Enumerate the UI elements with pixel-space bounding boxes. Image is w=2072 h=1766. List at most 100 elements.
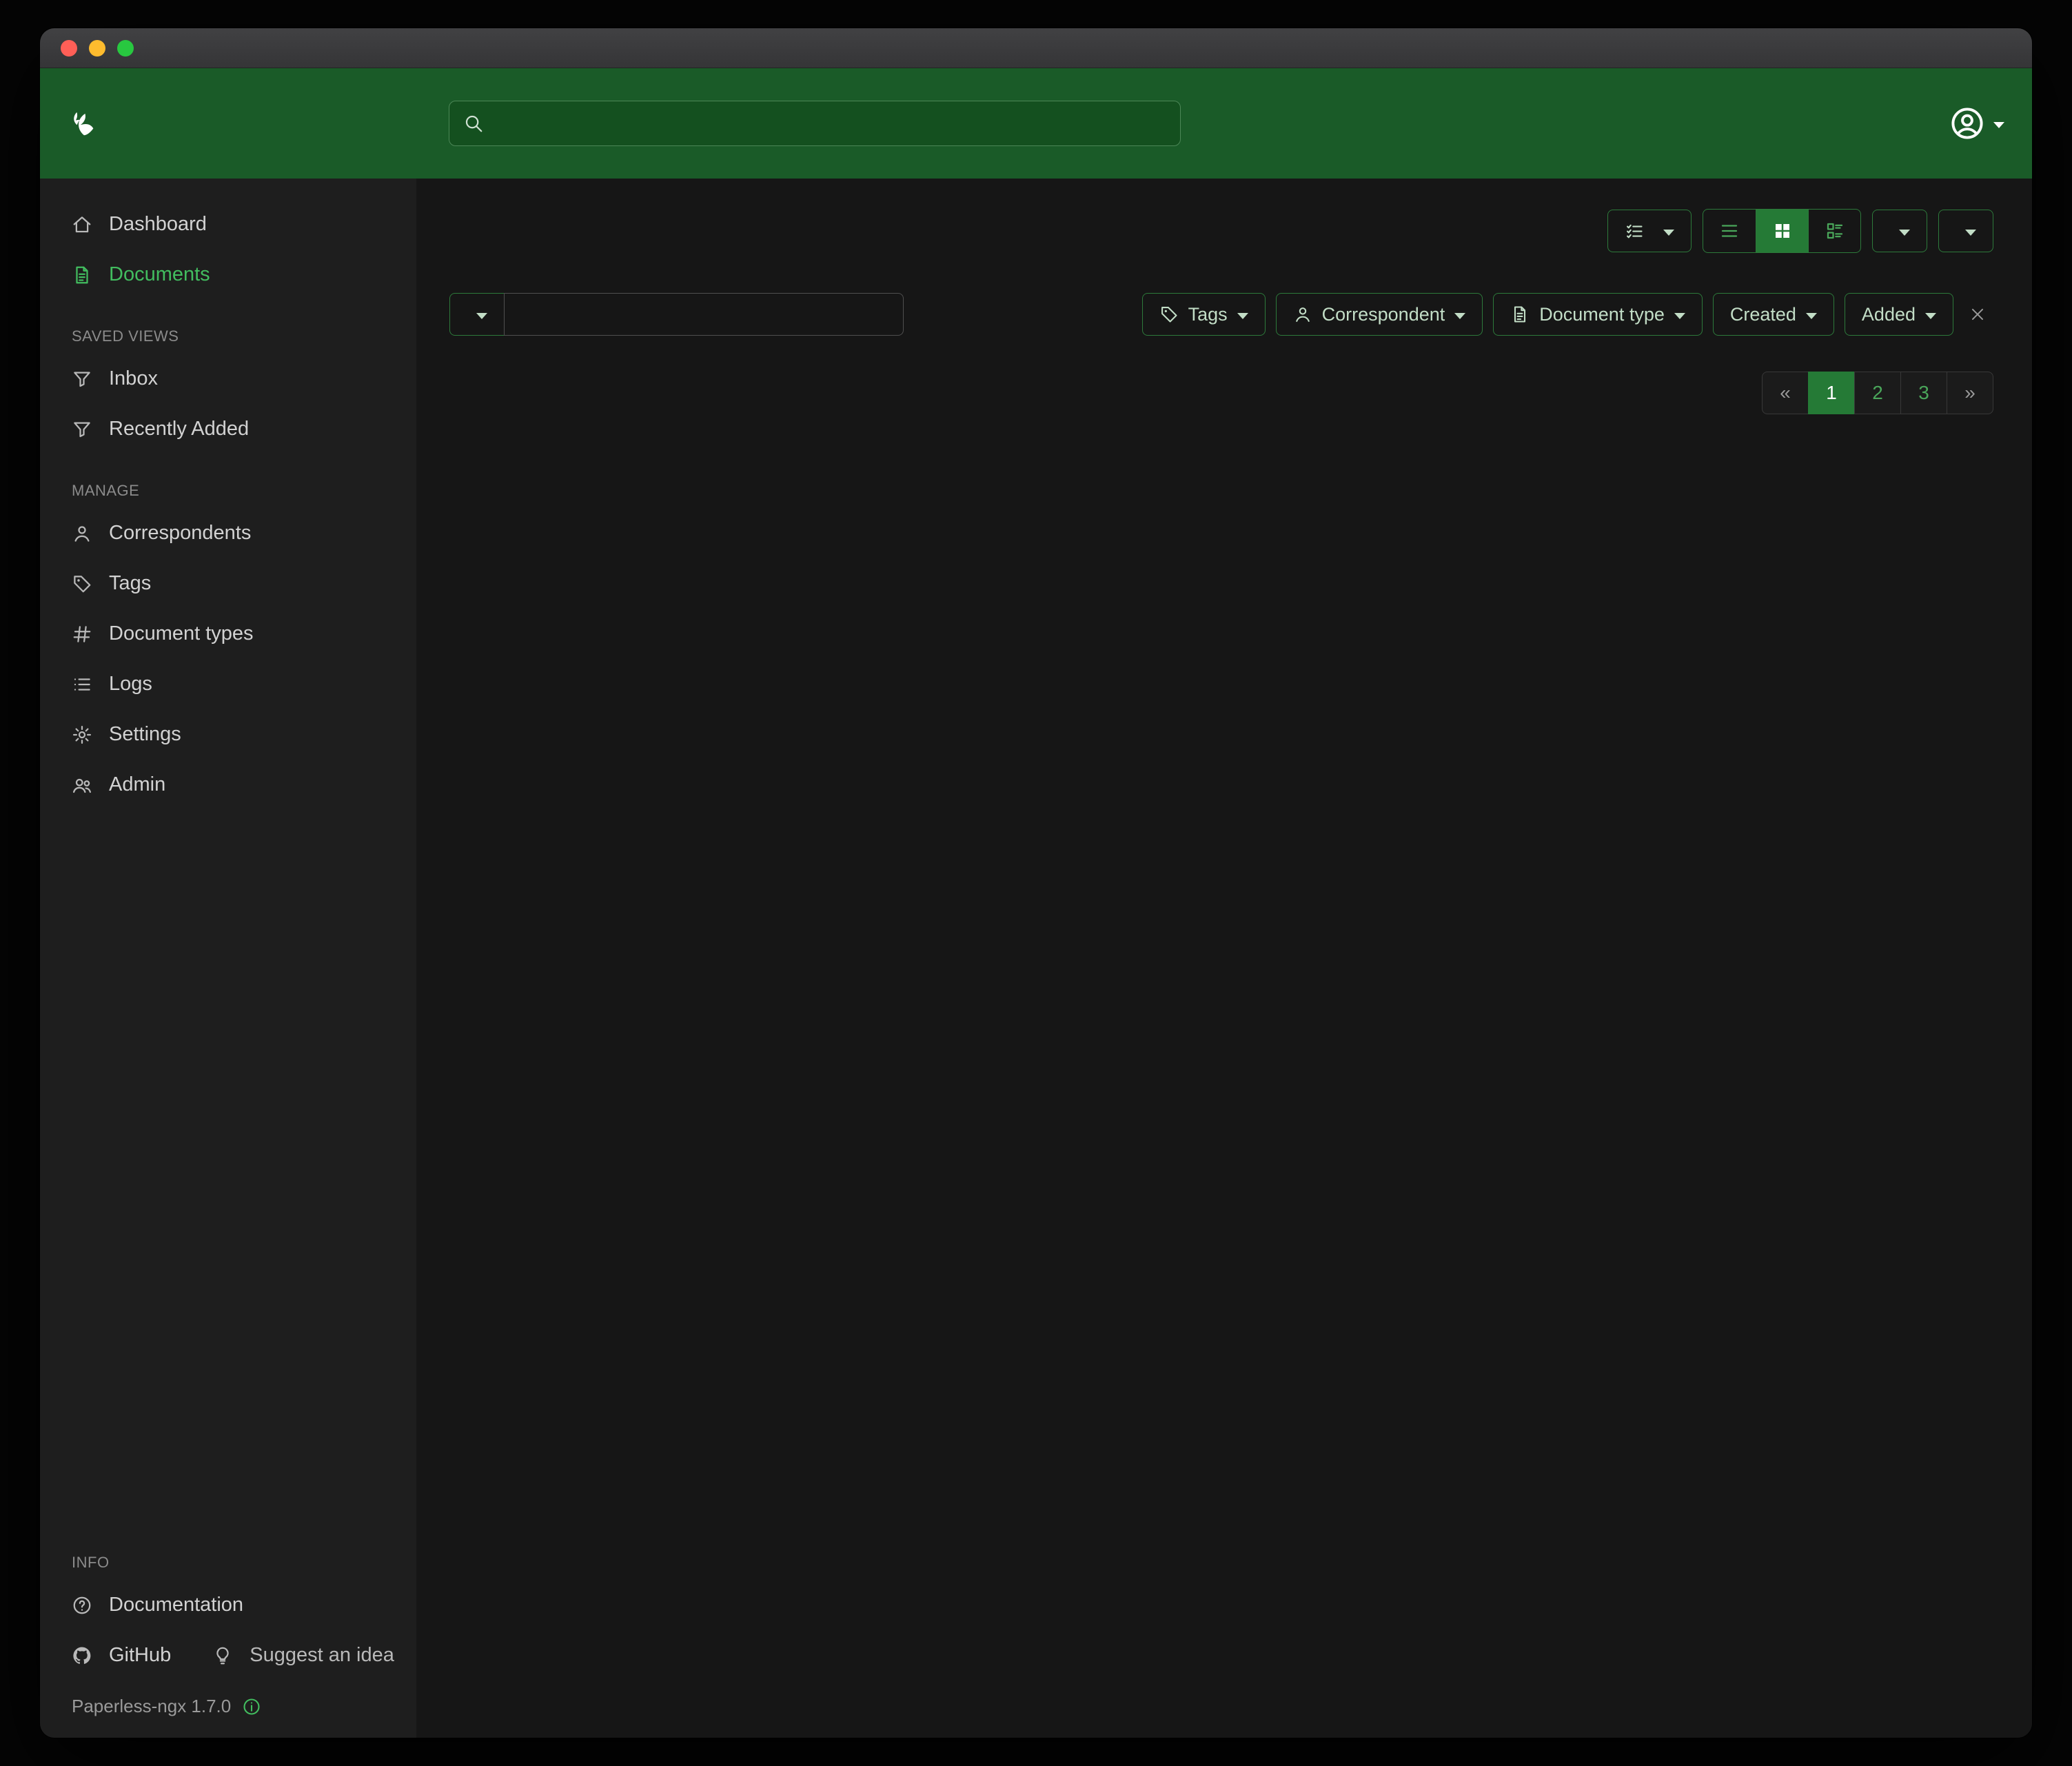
- page-3-button[interactable]: 3: [1900, 372, 1947, 414]
- app-window: Dashboard Documents SAVED VIEWS Inbox Recent…: [39, 28, 2033, 1738]
- sidebar-item-logs[interactable]: Logs: [40, 659, 416, 709]
- admin-icon: [72, 775, 92, 795]
- paperless-logo-icon: [68, 108, 99, 139]
- reset-filters-button[interactable]: [1969, 305, 1993, 323]
- title-content-filter-button[interactable]: [449, 293, 505, 336]
- page-prev-button[interactable]: «: [1762, 372, 1809, 414]
- filter-dropdowns: Tags Correspondent Document type Created Add…: [1142, 293, 1953, 336]
- minimize-window-button[interactable]: [89, 40, 105, 57]
- funnel-icon: [72, 419, 92, 440]
- sidebar-item-document-types[interactable]: Document types: [40, 609, 416, 659]
- sidebar-section-label: SAVED VIEWS: [40, 300, 416, 354]
- main-content: Tags Correspondent Document type Created Add…: [416, 179, 2032, 1738]
- user-menu[interactable]: [1949, 105, 2004, 141]
- filter-created-button[interactable]: Created: [1713, 293, 1834, 336]
- caret-down-icon: [1925, 313, 1936, 319]
- grid-view-button[interactable]: [1756, 210, 1808, 252]
- sidebar-item-label: Document types: [109, 622, 254, 645]
- sidebar-item-admin[interactable]: Admin: [40, 760, 416, 810]
- detail-view-button[interactable]: [1808, 210, 1860, 252]
- sidebar-item-label: Recently Added: [109, 418, 249, 440]
- sidebar-item-recently-added[interactable]: Recently Added: [40, 404, 416, 454]
- hash-icon: [72, 624, 92, 645]
- search-bar: [449, 101, 1181, 146]
- sidebar-item-settings[interactable]: Settings: [40, 709, 416, 760]
- pagination: «123»: [1762, 372, 1993, 414]
- app-version-text: Paperless-ngx 1.7.0: [72, 1696, 231, 1717]
- caret-down-icon: [1965, 230, 1976, 236]
- page-2-button[interactable]: 2: [1854, 372, 1901, 414]
- sidebar-item-label: Correspondents: [109, 522, 251, 545]
- sidebar-item-suggest-an-idea[interactable]: Suggest an idea: [203, 1630, 416, 1681]
- close-window-button[interactable]: [61, 40, 77, 57]
- sidebar-item-documents[interactable]: Documents: [40, 250, 416, 300]
- sidebar-item-inbox[interactable]: Inbox: [40, 354, 416, 404]
- traffic-lights: [61, 40, 134, 57]
- title-content-filter-input[interactable]: [504, 293, 904, 336]
- sidebar-item-github[interactable]: GitHub: [40, 1630, 203, 1681]
- filter-document-type-button[interactable]: Document type: [1493, 293, 1703, 336]
- titlebar: [40, 28, 2032, 68]
- tag-icon: [72, 574, 92, 594]
- funnel-icon: [72, 369, 92, 389]
- sidebar-item-correspondents[interactable]: Correspondents: [40, 508, 416, 558]
- page-next-button[interactable]: »: [1947, 372, 1993, 414]
- person-icon: [1293, 305, 1312, 324]
- main-area: Dashboard Documents SAVED VIEWS Inbox Recent…: [40, 179, 2032, 1738]
- info-icon[interactable]: [242, 1697, 261, 1716]
- filter-bar: Tags Correspondent Document type Created Add…: [449, 293, 1993, 336]
- sidebar-item-dashboard[interactable]: Dashboard: [40, 199, 416, 250]
- sidebar-nav: Dashboard Documents SAVED VIEWS Inbox Recent…: [40, 199, 416, 810]
- toolbar: [1607, 209, 1993, 253]
- logs-icon: [72, 674, 92, 695]
- filter-button-label: Created: [1730, 304, 1796, 325]
- sidebar-item-label: Dashboard: [109, 213, 207, 236]
- gear-icon: [72, 724, 92, 745]
- person-icon: [72, 523, 92, 544]
- filter-tags-button[interactable]: Tags: [1142, 293, 1266, 336]
- sidebar-item-label: Documents: [109, 263, 210, 286]
- sidebar-item-documentation[interactable]: Documentation: [40, 1580, 416, 1630]
- sidebar-item-tags[interactable]: Tags: [40, 558, 416, 609]
- search-icon: [463, 113, 484, 134]
- sidebar-item-label: Tags: [109, 572, 151, 595]
- zoom-window-button[interactable]: [117, 40, 134, 57]
- question-icon: [72, 1595, 92, 1616]
- github-icon: [72, 1645, 92, 1666]
- sidebar-item-label: Suggest an idea: [250, 1644, 394, 1667]
- filter-button-label: Added: [1862, 304, 1916, 325]
- documents-icon: [1510, 305, 1530, 324]
- tag-icon: [1159, 305, 1179, 324]
- filter-button-label: Correspondent: [1322, 304, 1445, 325]
- results-header: «123»: [449, 372, 1993, 414]
- sidebar: Dashboard Documents SAVED VIEWS Inbox Recent…: [40, 179, 416, 1738]
- sidebar-footer: INFODocumentationGitHubSuggest an ideaPa…: [40, 1526, 416, 1717]
- app-version: Paperless-ngx 1.7.0: [40, 1681, 416, 1717]
- views-button[interactable]: [1938, 210, 1993, 252]
- sidebar-item-label: Admin: [109, 773, 165, 796]
- page-1-button[interactable]: 1: [1808, 372, 1855, 414]
- user-avatar-icon: [1949, 105, 1985, 141]
- filter-correspondent-button[interactable]: Correspondent: [1276, 293, 1483, 336]
- view-toggle: [1703, 209, 1861, 253]
- home-icon: [72, 214, 92, 235]
- sidebar-item-label: Documentation: [109, 1594, 243, 1616]
- search-input[interactable]: [495, 112, 1166, 134]
- sidebar-item-label: Inbox: [109, 367, 158, 390]
- sort-button[interactable]: [1872, 210, 1927, 252]
- sidebar-item-label: Settings: [109, 723, 181, 746]
- select-button[interactable]: [1607, 210, 1692, 252]
- sidebar-links-row: GitHub Suggest an idea: [40, 1630, 416, 1681]
- caret-down-icon: [1899, 230, 1910, 236]
- sidebar-section-label: MANAGE: [40, 454, 416, 508]
- app-brand[interactable]: [68, 108, 449, 139]
- sidebar-item-label: Logs: [109, 673, 152, 696]
- app-header: [40, 68, 2032, 179]
- checklist-icon: [1625, 221, 1644, 241]
- filter-added-button[interactable]: Added: [1845, 293, 1953, 336]
- filter-button-label: Tags: [1188, 304, 1228, 325]
- caret-down-icon: [1674, 313, 1685, 319]
- list-view-button[interactable]: [1703, 210, 1756, 252]
- caret-down-icon: [1454, 313, 1465, 319]
- caret-down-icon: [1663, 230, 1674, 236]
